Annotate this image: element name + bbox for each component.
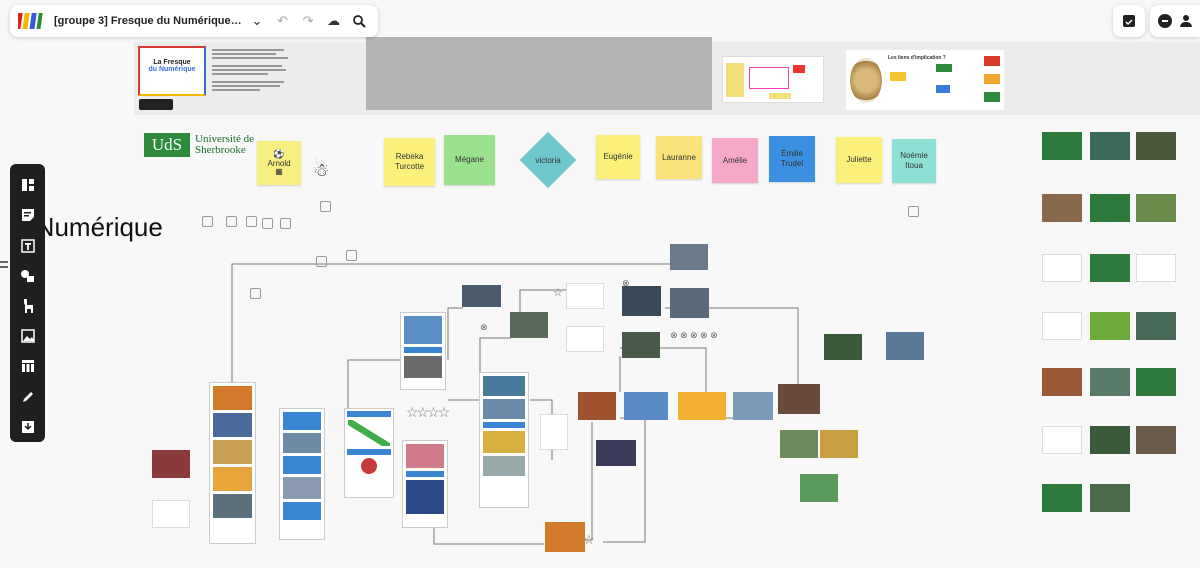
image-card-10[interactable] (578, 392, 616, 420)
sticky-note-icon[interactable] (10, 200, 45, 230)
user-icon[interactable] (1180, 15, 1192, 27)
image-card-1[interactable] (462, 285, 501, 307)
text-icon[interactable] (10, 230, 45, 260)
shapes-icon[interactable] (10, 261, 45, 291)
whiteboard-canvas[interactable]: La Fresque du Numérique Les liens d'impl… (0, 0, 1200, 568)
image-card-11[interactable] (596, 440, 636, 466)
miro-logo-icon[interactable] (15, 11, 44, 31)
board-title[interactable]: [groupe 3] Fresque du Numérique Universi… (54, 15, 242, 27)
table-icon[interactable] (10, 351, 45, 381)
image-card-15[interactable] (778, 384, 820, 414)
star-cluster-icon: ☆☆☆☆ (406, 404, 450, 420)
top-bar: [groupe 3] Fresque du Numérique Universi… (10, 5, 378, 37)
image-icon[interactable] (10, 321, 45, 351)
checkbox-task-icon[interactable] (1123, 15, 1135, 27)
image-card-14[interactable] (733, 392, 773, 420)
image-card-6[interactable] (670, 288, 709, 318)
image-card-23[interactable] (545, 522, 585, 552)
image-card-22[interactable] (152, 500, 190, 528)
templates-icon[interactable] (10, 170, 45, 200)
image-card-12[interactable] (624, 392, 668, 420)
image-card-19[interactable] (824, 334, 862, 360)
image-card-20[interactable] (886, 332, 924, 360)
card-column-2[interactable] (279, 408, 325, 540)
card-column-1[interactable] (209, 382, 256, 544)
undo-icon[interactable]: ↶ (272, 10, 294, 32)
image-card-17[interactable] (820, 430, 858, 458)
image-card-9[interactable] (540, 414, 568, 450)
image-card-18[interactable] (800, 474, 838, 502)
x-circle-icon: ⊗ (622, 278, 630, 288)
comment-icon[interactable] (1158, 14, 1172, 28)
search-icon[interactable] (348, 10, 370, 32)
star-icon-2: ☆ (583, 532, 595, 547)
image-card-2[interactable] (510, 312, 548, 338)
redo-icon[interactable]: ↷ (297, 10, 319, 32)
card-column-5[interactable] (479, 372, 529, 508)
llama-icon[interactable] (10, 291, 45, 321)
left-toolbar (10, 164, 45, 442)
image-card-21[interactable] (152, 450, 190, 478)
import-icon[interactable] (10, 412, 45, 442)
x-circle-icon-2: ⊗ (480, 322, 488, 332)
card-chart-column[interactable] (344, 408, 394, 498)
image-card-8[interactable] (622, 332, 660, 358)
image-card-4[interactable] (566, 326, 604, 352)
chevron-down-icon[interactable]: ⌄ (246, 10, 268, 32)
card-column-3[interactable] (400, 312, 446, 390)
card-column-4[interactable] (402, 440, 448, 528)
image-card-3[interactable] (566, 283, 604, 309)
image-card-16[interactable] (780, 430, 818, 458)
x-circles-icon: ⊗ ⊗ ⊗ ⊗ ⊗ (670, 330, 718, 340)
collab-bar (1150, 5, 1200, 37)
star-icon: ☆ (553, 287, 563, 299)
pen-icon[interactable] (10, 382, 45, 412)
image-card-5[interactable] (622, 286, 661, 316)
image-card-7[interactable] (670, 244, 708, 270)
image-card-13[interactable] (678, 392, 726, 420)
task-button-container (1113, 5, 1145, 37)
cloud-sync-icon[interactable]: ☁ (323, 10, 345, 32)
